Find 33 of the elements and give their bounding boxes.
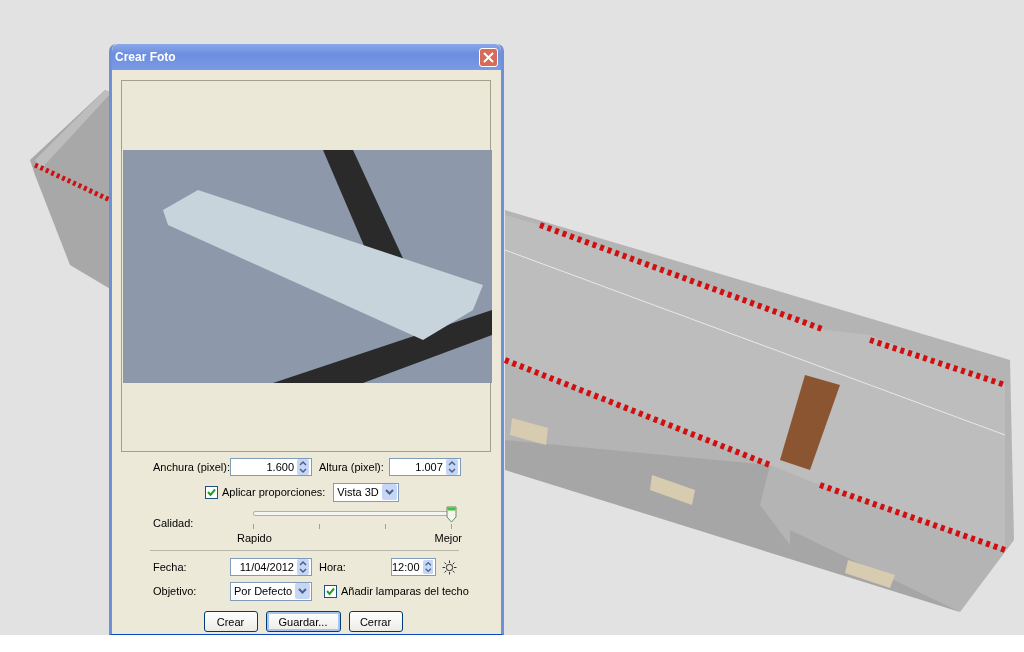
spinner-arrows-icon[interactable] xyxy=(297,559,309,575)
dialog-button[interactable]: Guardar... xyxy=(265,611,341,632)
spinner-arrows-icon[interactable] xyxy=(445,459,458,475)
field-label: Calidad: xyxy=(153,517,195,529)
lens-dropdown[interactable]: Por Defecto xyxy=(230,581,312,601)
checkbox[interactable] xyxy=(324,584,337,598)
width-field[interactable]: 1.600 xyxy=(230,458,312,476)
field-label: Altura (pixel): xyxy=(319,461,384,473)
checkmark-icon xyxy=(326,586,335,596)
field-label: Objetivo: xyxy=(153,585,198,597)
slider-max-label: Mejor xyxy=(434,532,462,544)
window-title: Crear Foto xyxy=(115,50,176,64)
checkbox-label: Aplicar proporciones: xyxy=(222,486,326,498)
height-field[interactable]: 1.007 xyxy=(388,458,461,476)
spinner-arrows-icon[interactable] xyxy=(297,459,309,475)
dialog-button[interactable]: Crear xyxy=(203,611,258,632)
field-label: Hora: xyxy=(319,561,347,573)
view-dropdown[interactable]: Vista 3D xyxy=(333,482,400,502)
spinner-arrows-icon[interactable] xyxy=(422,559,433,575)
field-label: Fecha: xyxy=(153,561,188,573)
quality-slider[interactable]: Rapido Mejor xyxy=(237,509,462,549)
checkmark-icon xyxy=(207,487,216,497)
close-button[interactable] xyxy=(479,47,498,67)
field-label: Anchura (pixel): xyxy=(153,461,230,473)
dialog-button[interactable]: Cerrar xyxy=(348,611,403,632)
close-icon xyxy=(483,51,494,63)
slider-min-label: Rapido xyxy=(237,532,272,544)
time-field[interactable]: 12:00 xyxy=(391,558,436,576)
slider-thumb[interactable] xyxy=(446,506,457,523)
sun-icon[interactable] xyxy=(442,559,457,575)
checkbox-label: Añadir lamparas del techo xyxy=(341,585,469,597)
checkbox[interactable] xyxy=(205,485,218,499)
date-field[interactable]: 11/04/2012 xyxy=(230,558,312,576)
